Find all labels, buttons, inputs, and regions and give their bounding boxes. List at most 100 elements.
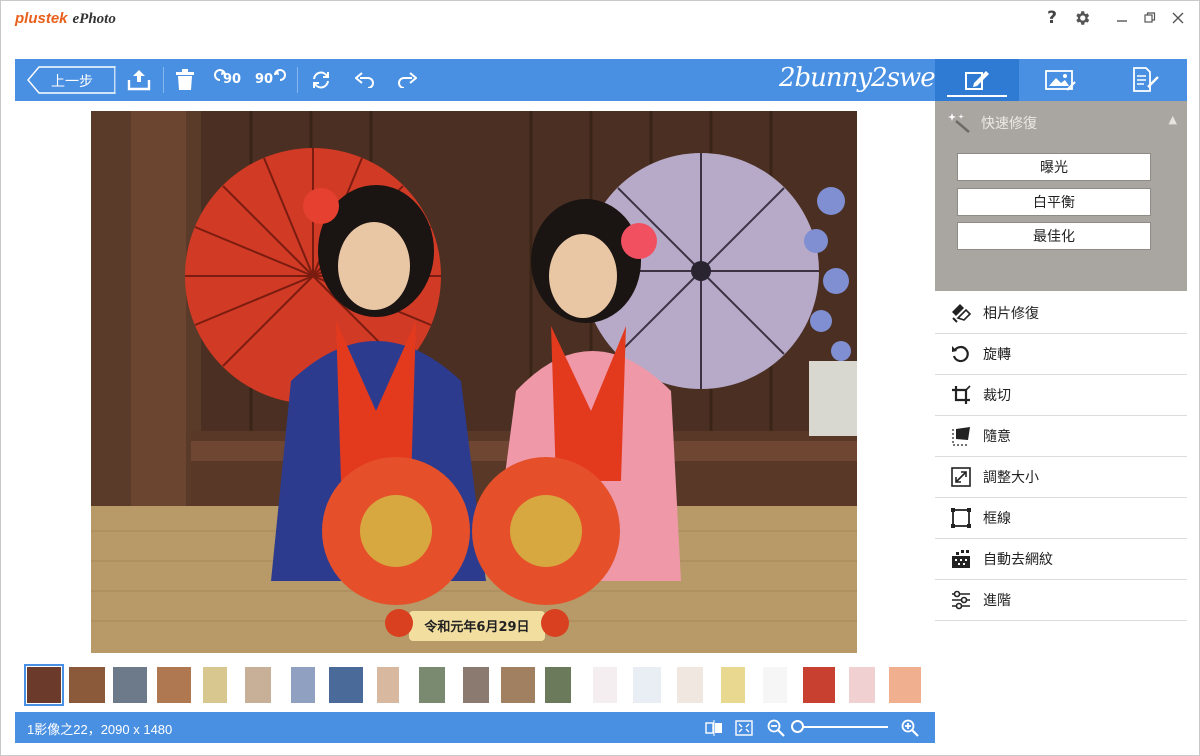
tool-label: 相片修復 [983, 306, 1039, 322]
minimize-button[interactable] [1109, 7, 1135, 29]
frame-icon [951, 508, 971, 528]
edit-toolbar: 上一步 90 90 2bunny2sweet [15, 59, 959, 101]
rotate-left-label: 90 [223, 72, 242, 87]
tool-list: 相片修復 旋轉 裁切 隨意 調整大小 框線 自動去網紋 進階 [935, 293, 1187, 621]
brand-name: plustek [15, 10, 68, 27]
settings-button[interactable] [1069, 7, 1095, 29]
thumbnail-12[interactable] [501, 667, 535, 703]
toolbar-separator [297, 67, 298, 93]
trash-icon [176, 69, 194, 90]
tool-advanced[interactable]: 進階 [935, 580, 1187, 621]
thumbnail-17[interactable] [721, 667, 745, 703]
undo-button[interactable] [349, 66, 381, 94]
thumbnail-2[interactable] [69, 667, 105, 703]
refresh-button[interactable] [305, 66, 337, 94]
rotate-right-90-button[interactable]: 90 [253, 66, 289, 94]
thumbnail-7[interactable] [291, 667, 315, 703]
compare-icon [705, 720, 722, 736]
upload-icon [127, 70, 151, 91]
zoom-slider-track[interactable] [793, 726, 888, 728]
thumbnail-16[interactable] [677, 667, 703, 703]
panel-tabs [935, 59, 1187, 101]
tool-label: 裁切 [983, 388, 1011, 404]
thumbnail-20[interactable] [849, 667, 875, 703]
quick-fix-header[interactable]: 快速修復 ▲ [947, 111, 1177, 133]
minimize-icon [1117, 20, 1127, 22]
rotate-left-90-button[interactable]: 90 [211, 66, 247, 94]
crop-icon [952, 385, 971, 404]
help-button[interactable]: ? [1039, 7, 1065, 29]
thumbnail-strip [23, 664, 933, 707]
photo-date-caption: 令和元年6月29日 [424, 620, 530, 635]
freeform-icon [952, 427, 970, 446]
restore-button[interactable] [1137, 7, 1163, 29]
app-logo: plustek ePhoto [15, 9, 116, 28]
zoom-out-icon [767, 719, 785, 737]
title-bar: plustek ePhoto ? [1, 1, 1200, 35]
tab-document[interactable] [1103, 59, 1187, 101]
fit-screen-button[interactable] [733, 717, 755, 739]
zoom-out-button[interactable] [765, 717, 787, 739]
optimize-button[interactable]: 最佳化 [957, 222, 1151, 250]
quick-fix-title: 快速修復 [981, 116, 1037, 132]
thumbnail-6[interactable] [245, 667, 271, 703]
tool-resize[interactable]: 調整大小 [935, 457, 1187, 498]
redo-button[interactable] [391, 66, 423, 94]
toolbar-separator [163, 67, 164, 93]
main-photo[interactable]: 令和元年6月29日 [91, 111, 857, 653]
export-button[interactable] [123, 66, 155, 94]
tab-edit[interactable] [935, 59, 1019, 101]
thumbnail-21[interactable] [889, 667, 921, 703]
status-bar: 1影像之22，2090 x 1480 [15, 712, 935, 743]
help-icon: ? [1047, 8, 1057, 28]
thumbnail-15[interactable] [633, 667, 661, 703]
document-edit-icon [1133, 67, 1159, 92]
thumbnail-3[interactable] [113, 667, 147, 703]
thumbnail-4[interactable] [157, 667, 191, 703]
white-balance-button[interactable]: 白平衡 [957, 188, 1151, 216]
back-button-label: 上一步 [51, 74, 93, 90]
resize-icon [951, 467, 971, 487]
tool-rotate[interactable]: 旋轉 [935, 334, 1187, 375]
refresh-icon [313, 71, 329, 89]
back-button[interactable]: 上一步 [27, 66, 116, 94]
descreen-icon [952, 550, 970, 568]
toolbar-separator [115, 67, 116, 93]
delete-button[interactable] [169, 66, 201, 94]
thumbnail-13[interactable] [545, 667, 571, 703]
tab-image[interactable] [1019, 59, 1103, 101]
thumbnail-19[interactable] [803, 667, 835, 703]
tool-crop[interactable]: 裁切 [935, 375, 1187, 416]
exposure-button[interactable]: 曝光 [957, 153, 1151, 181]
restore-icon [1144, 12, 1156, 23]
rotate-icon [952, 345, 969, 363]
image-info: 1影像之22，2090 x 1480 [27, 722, 173, 737]
tool-photo-repair[interactable]: 相片修復 [935, 293, 1187, 334]
rotate-right-icon [274, 69, 286, 81]
quick-fix-panel: 快速修復 ▲ 曝光 白平衡 最佳化 [935, 101, 1187, 291]
tool-descreen[interactable]: 自動去網紋 [935, 539, 1187, 580]
zoom-slider-handle[interactable] [791, 720, 804, 733]
close-icon [1172, 12, 1184, 24]
tool-label: 進階 [983, 593, 1011, 609]
thumbnail-18[interactable] [763, 667, 787, 703]
compare-view-button[interactable] [703, 717, 725, 739]
tool-frame[interactable]: 框線 [935, 498, 1187, 539]
thumbnail-1[interactable] [24, 664, 64, 706]
fit-screen-icon [735, 720, 753, 736]
collapse-arrow-icon[interactable]: ▲ [1169, 113, 1177, 126]
thumbnail-9[interactable] [377, 667, 399, 703]
watermark-text: 2bunny2sweet [779, 63, 959, 93]
tool-freeform[interactable]: 隨意 [935, 416, 1187, 457]
thumbnail-10[interactable] [419, 667, 445, 703]
thumbnail-14[interactable] [593, 667, 617, 703]
thumbnail-8[interactable] [329, 667, 363, 703]
zoom-in-button[interactable] [899, 717, 921, 739]
thumbnail-11[interactable] [463, 667, 489, 703]
close-button[interactable] [1165, 7, 1191, 29]
thumbnail-5[interactable] [203, 667, 227, 703]
product-name: ePhoto [72, 11, 116, 27]
app-window: plustek ePhoto ? 上一步 90 90 2bunny2sweet … [0, 0, 1200, 756]
photo-repair-icon [952, 304, 972, 323]
rotate-right-label: 90 [255, 72, 274, 87]
